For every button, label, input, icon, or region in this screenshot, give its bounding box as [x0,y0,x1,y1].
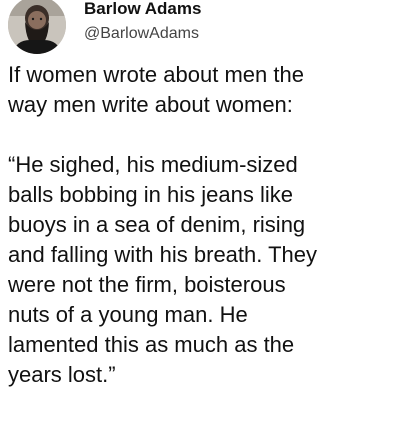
tweet-paragraph-intro: If women wrote about men the way men wri… [8,60,396,120]
text-line: balls bobbing in his jeans like [8,182,293,207]
text-line: buoys in a sea of denim, rising [8,212,306,237]
text-line: lamented this as much as the [8,332,295,357]
text-line: were not the firm, boisterous [8,272,286,297]
tweet-header: Barlow Adams @BarlowAdams [8,0,392,56]
text-line: years lost.” [8,362,116,387]
tweet-paragraph-quote: “He sighed, his medium-sized balls bobbi… [8,150,396,390]
author-handle[interactable]: @BarlowAdams [84,24,201,44]
text-line: and falling with his breath. They [8,242,317,267]
text-line: “He sighed, his medium-sized [8,152,298,177]
avatar[interactable] [8,0,66,54]
author-display-name[interactable]: Barlow Adams [84,0,201,19]
tweet-body: If women wrote about men the way men wri… [8,60,396,390]
author-names: Barlow Adams @BarlowAdams [84,0,201,44]
text-line: nuts of a young man. He [8,302,248,327]
text-line: If women wrote about men the [8,62,304,87]
text-line: way men write about women: [8,92,293,117]
tweet-card: Barlow Adams @BarlowAdams If women wrote… [0,0,400,433]
profile-photo-icon [8,0,66,54]
